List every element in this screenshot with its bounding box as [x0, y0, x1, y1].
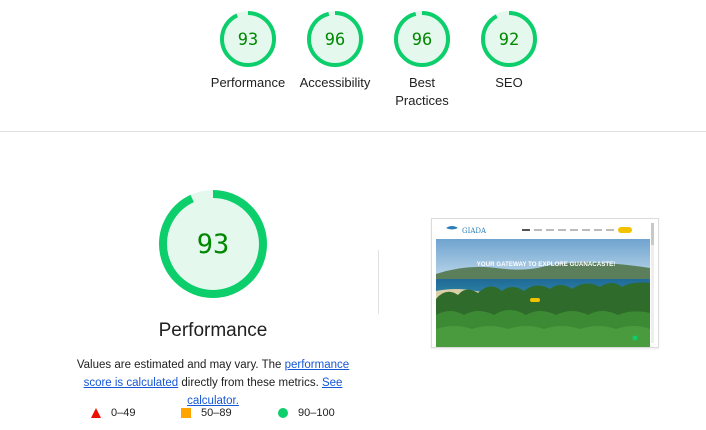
gauge-ring-icon: 96 — [394, 11, 450, 67]
legend-pass: 90–100 — [278, 407, 335, 419]
gauge-ring-icon: 93 — [220, 11, 276, 67]
description-text: directly from these metrics. — [178, 377, 322, 389]
gauge-performance[interactable]: 93 Performance — [203, 10, 293, 92]
performance-score: 93 — [197, 229, 230, 260]
preview-logo: GIADA — [462, 227, 487, 235]
category-gauges: 93 Performance 96 Accessibility 96 Best … — [0, 0, 706, 131]
gauge-label: SEO — [495, 75, 523, 90]
legend-range: 0–49 — [111, 407, 136, 419]
triangle-icon — [91, 408, 101, 418]
gauge-score: 96 — [325, 30, 345, 50]
gauge-ring-icon: 92 — [481, 11, 537, 67]
gauge-ring-icon: 96 — [307, 11, 363, 67]
section-divider — [0, 131, 706, 132]
gauge-seo[interactable]: 92 SEO — [464, 10, 554, 92]
circle-icon — [278, 408, 288, 418]
gauge-score: 96 — [412, 30, 432, 50]
performance-ring-icon: 93 — [159, 190, 267, 298]
gauge-label: Accessibility — [299, 75, 371, 90]
legend-range: 50–89 — [201, 407, 232, 419]
page-screenshot-thumbnail[interactable]: GIADA YOUR GATEWAY TO EXPLORE GUANACASTE… — [431, 218, 659, 349]
performance-gauge: 93 — [158, 189, 268, 304]
gauge-score: 93 — [238, 30, 258, 50]
square-icon — [181, 408, 191, 418]
description-text: Values are estimated and may vary. The — [76, 359, 285, 371]
screenshot-image: GIADA YOUR GATEWAY TO EXPLORE GUANACASTE… — [432, 219, 658, 349]
gauge-label: Best Practices — [395, 75, 449, 108]
vertical-separator — [378, 250, 379, 314]
gauge-label: Performance — [210, 75, 286, 90]
performance-description: Values are estimated and may vary. The p… — [62, 356, 364, 410]
legend-fail: 0–49 — [91, 407, 135, 419]
gauge-score: 92 — [499, 30, 519, 50]
gauge-best-practices[interactable]: 96 Best Practices — [377, 10, 467, 110]
gauge-accessibility[interactable]: 96 Accessibility — [290, 10, 380, 92]
legend-average: 50–89 — [181, 407, 232, 419]
legend-range: 90–100 — [298, 407, 335, 419]
preview-tagline: YOUR GATEWAY TO EXPLORE GUANACASTE! — [477, 261, 616, 268]
performance-title: Performance — [158, 320, 268, 341]
